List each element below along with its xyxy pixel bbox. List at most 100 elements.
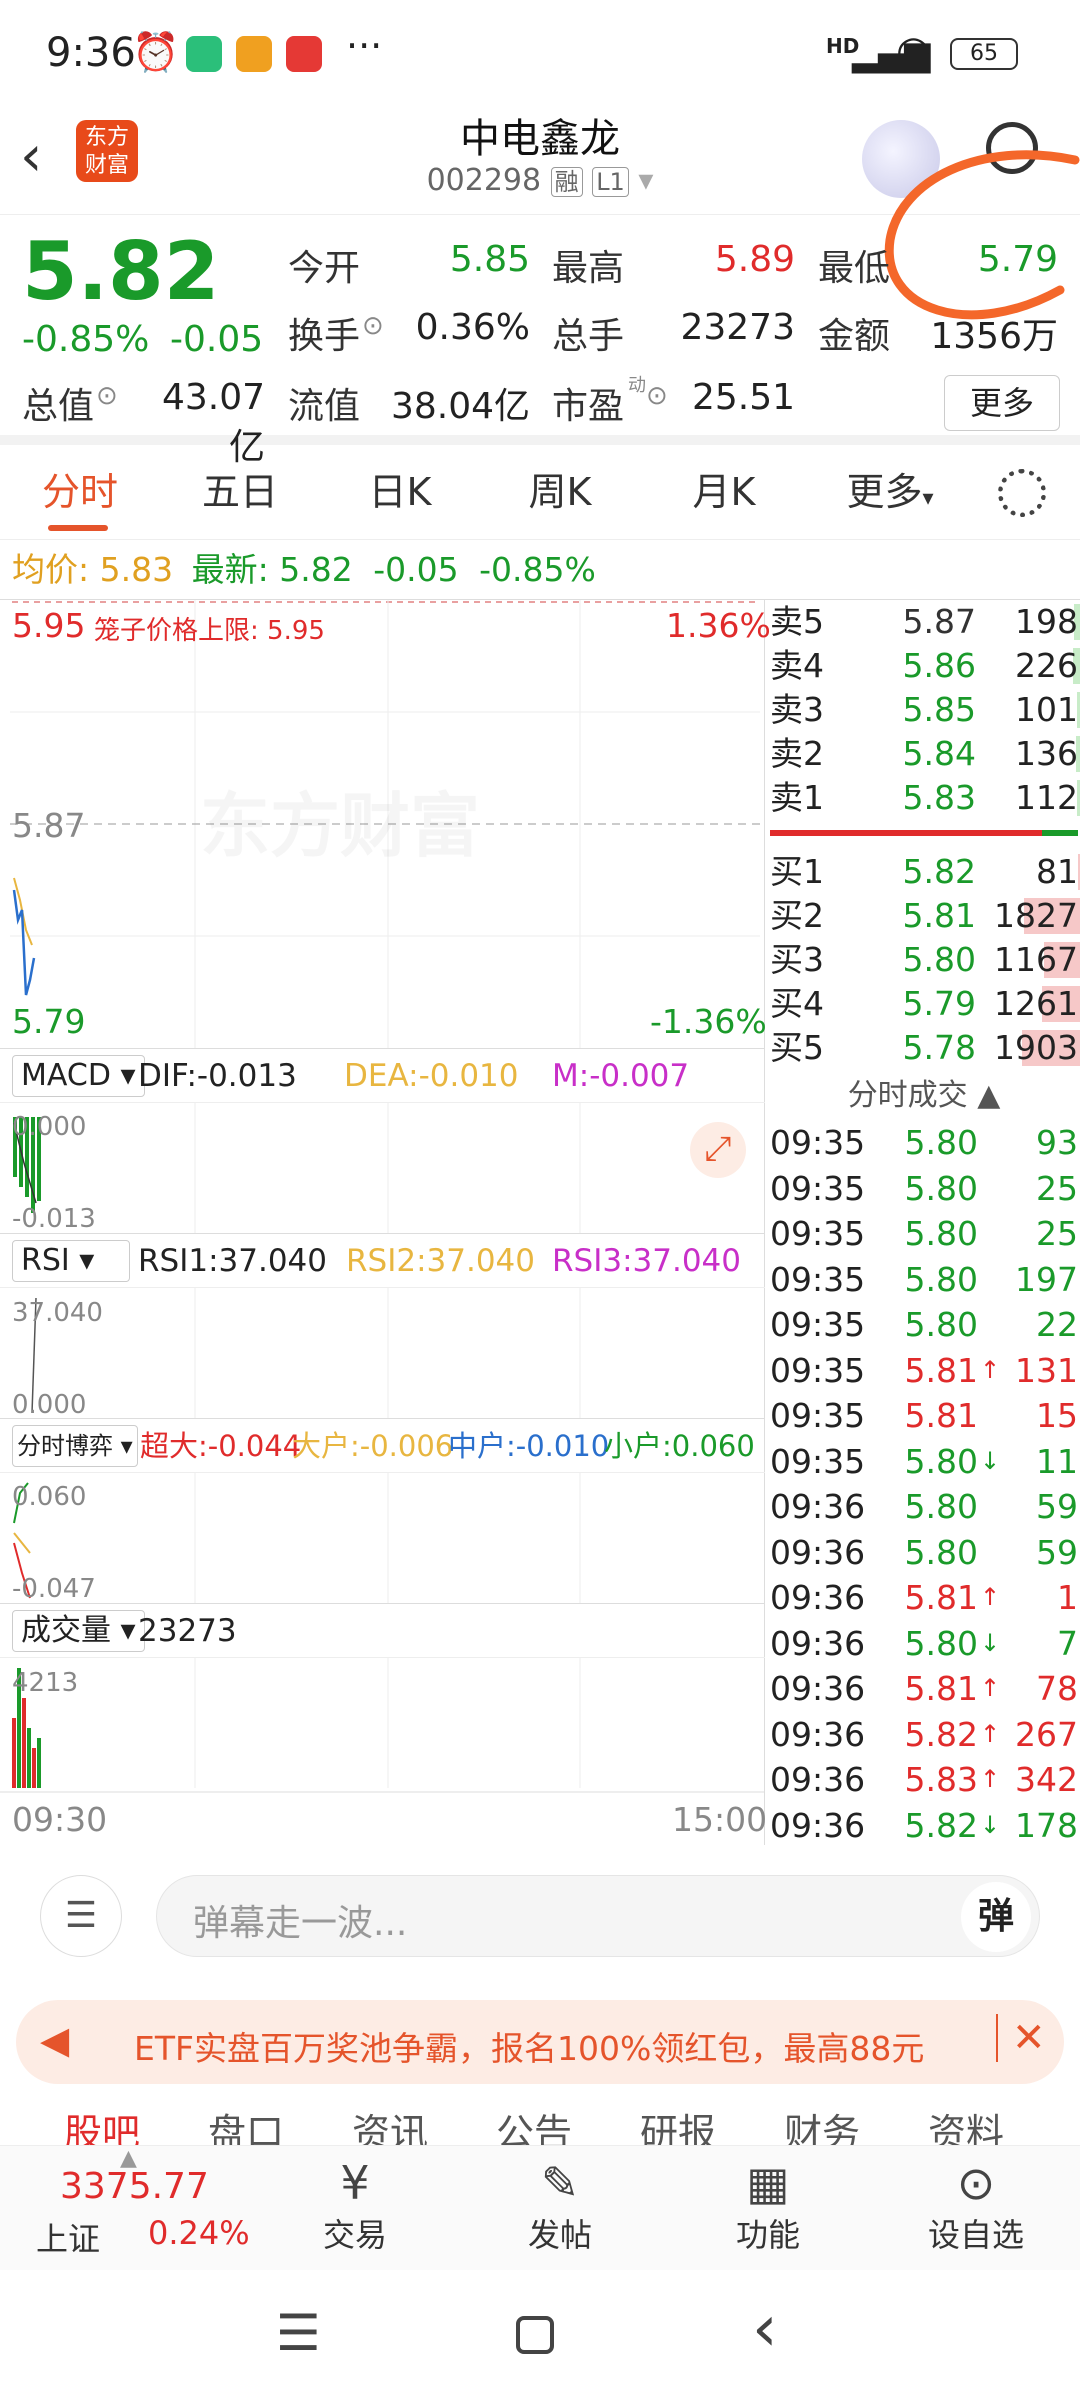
tick-time: 09:36 (770, 1714, 866, 1754)
stock-name[interactable]: 中电鑫龙 (340, 106, 740, 164)
period-tabs: 分时 五日 日K 周K 月K 更多▾ (0, 445, 1080, 540)
sub-tabs: 股吧 盘口 资讯 公告 研报 财务 资料 (0, 2100, 1080, 2145)
price-bottom-label: 5.79 (12, 1002, 86, 1041)
tick-title[interactable]: 分时成交 ▲ (768, 1070, 1080, 1114)
sell-level[interactable]: 卖2 5.84 136 (768, 732, 1080, 776)
tab-monthly-k[interactable]: 月K (664, 445, 784, 540)
app-notify-icon (236, 36, 272, 72)
game-selector[interactable]: 分时博弈 ▾ (12, 1425, 138, 1467)
tick-time: 09:35 (770, 1259, 866, 1299)
tick-volume: 15 (1036, 1396, 1078, 1435)
tick-price: 5.80 (904, 1168, 978, 1208)
trade-button[interactable]: ¥ 交易 (295, 2156, 415, 2256)
close-icon[interactable]: ✕ (996, 2014, 1046, 2062)
edit-icon: ✎ (540, 2156, 580, 2210)
sell-level[interactable]: 卖5 5.87 198 (768, 600, 1080, 644)
danmu-settings-icon[interactable]: ☰ (40, 1875, 122, 1957)
quote-panel: 5.82 -0.85% -0.05 今开 5.85 最高 5.89 最低 5.7… (0, 215, 1080, 468)
pe-value: 25.51 (691, 377, 795, 418)
subtab-item[interactable]: 财务 (784, 2102, 860, 2145)
add-watchlist-button[interactable]: ⊙ 设自选 (916, 2156, 1036, 2256)
high-label: 最高 (552, 248, 625, 289)
info-icon[interactable]: ⊙ (96, 381, 118, 411)
macd-top-label: 0.000 (12, 1112, 87, 1142)
tick-time: 09:35 (770, 1396, 866, 1435)
bottom-toolbar: ▲ 3375.77 上证 0.24% ¥ 交易 ✎ 发帖 ▦ 功能 ⊙ 设自选 (0, 2145, 1080, 2270)
sell-price: 5.86 (902, 646, 976, 685)
buy-level[interactable]: 买3 5.80 1167 (768, 938, 1080, 982)
mcap-label: 总值 (22, 386, 95, 427)
price-limit-label: 笼子价格上限: 5.95 (94, 616, 325, 646)
buy-level[interactable]: 买1 5.82 81 (768, 850, 1080, 894)
buy-level[interactable]: 买4 5.79 1261 (768, 982, 1080, 1026)
tick-time: 09:35 (770, 1123, 866, 1162)
home-icon[interactable] (516, 2316, 554, 2354)
tab-more[interactable]: 更多▾ (830, 445, 950, 540)
tick-row: 09:35 5.80 25 (768, 1166, 1080, 1212)
price-top-label: 5.95 (12, 606, 86, 645)
last-label: 最新: (191, 550, 269, 589)
subtab-item[interactable]: 资讯 (352, 2102, 428, 2145)
sell-price: 5.87 (902, 602, 976, 641)
sell-price: 5.85 (902, 690, 976, 729)
index-name[interactable]: 上证 (36, 2214, 100, 2260)
sell-level[interactable]: 卖4 5.86 226 (768, 644, 1080, 688)
float-value: 38.04亿 (390, 386, 530, 427)
tab-five-day[interactable]: 五日 (180, 445, 300, 540)
index-value[interactable]: 3375.77 (60, 2166, 209, 2207)
post-button[interactable]: ✎ 发帖 (500, 2156, 620, 2256)
battery-icon: 65 (950, 38, 1018, 70)
macd-panel (13, 1103, 581, 1233)
tick-row: 09:36 5.83 ↑ 342 (768, 1757, 1080, 1803)
rsi-selector[interactable]: RSI ▾ (12, 1240, 130, 1282)
sell-label: 卖3 (770, 690, 824, 729)
avg-value: 5.83 (99, 550, 174, 589)
tick-volume: 25 (1036, 1168, 1078, 1208)
sell-level[interactable]: 卖3 5.85 101 (768, 688, 1080, 732)
tick-volume: 59 (1036, 1487, 1078, 1526)
info-icon[interactable]: ⊙ (646, 381, 668, 411)
tick-volume: 342 (1015, 1760, 1078, 1799)
tab-weekly-k[interactable]: 周K (500, 445, 620, 540)
turnover-value: 0.36% (415, 307, 530, 348)
subtab-item[interactable]: 公告 (496, 2102, 572, 2145)
more-quote-button[interactable]: 更多 (944, 375, 1060, 431)
open-value: 5.85 (449, 239, 530, 280)
back-nav-icon[interactable]: ‹ (752, 2292, 778, 2366)
index-pct[interactable]: 0.24% (148, 2214, 250, 2252)
macd-selector[interactable]: MACD ▾ (12, 1055, 145, 1097)
gear-icon[interactable] (998, 469, 1046, 517)
promo-banner[interactable]: ◀ ETF实盘百万奖池争霸，报名100%领红包，最高88元 ✕ (16, 2000, 1064, 2084)
buy-volume: 1261 (994, 984, 1078, 1023)
subtab-item[interactable]: 股吧 (64, 2102, 140, 2145)
tick-time: 09:36 (770, 1487, 866, 1526)
intraday-chart[interactable]: 5.95 笼子价格上限: 5.95 1.36% 5.87 5.79 -1.36%… (0, 600, 771, 1845)
expand-icon[interactable]: ⤢ (690, 1122, 746, 1178)
sell-price: 5.84 (902, 734, 976, 773)
info-icon[interactable]: ⊙ (362, 311, 384, 341)
tick-volume: 197 (1015, 1259, 1078, 1299)
subtab-item[interactable]: 盘口 (208, 2102, 284, 2145)
buy-level[interactable]: 买5 5.78 1903 (768, 1026, 1080, 1070)
buy-level[interactable]: 买2 5.81 1827 (768, 894, 1080, 938)
subtab-item[interactable]: 资料 (928, 2102, 1004, 2145)
buy-label: 买4 (770, 984, 824, 1023)
game-bottom-label: -0.047 (12, 1574, 96, 1604)
tick-price: 5.80 (904, 1259, 978, 1299)
danmu-toggle-button[interactable]: 弹 (961, 1882, 1031, 1952)
more-notifications-icon: ··· (346, 24, 383, 68)
stock-code-line[interactable]: 002298 融 L1 ▾ (340, 162, 740, 198)
subtab-item[interactable]: 研报 (640, 2102, 716, 2145)
back-icon[interactable]: ‹ (20, 124, 42, 189)
tick-price: 5.81 (904, 1350, 978, 1390)
danmu-input[interactable]: 弹幕走一波... 弹 (156, 1875, 1040, 1957)
sell-volume: 198 (1015, 602, 1078, 641)
menu-icon[interactable]: ☰ (276, 2304, 321, 2362)
tab-daily-k[interactable]: 日K (340, 445, 460, 540)
sell-level[interactable]: 卖1 5.83 112 (768, 776, 1080, 820)
sell-ratio-bar (770, 830, 1042, 836)
functions-button[interactable]: ▦ 功能 (708, 2156, 828, 2256)
system-nav: ☰ ‹ (0, 2270, 1080, 2400)
price-mid-label: 5.87 (12, 806, 86, 845)
volume-selector[interactable]: 成交量 ▾ (12, 1610, 145, 1652)
